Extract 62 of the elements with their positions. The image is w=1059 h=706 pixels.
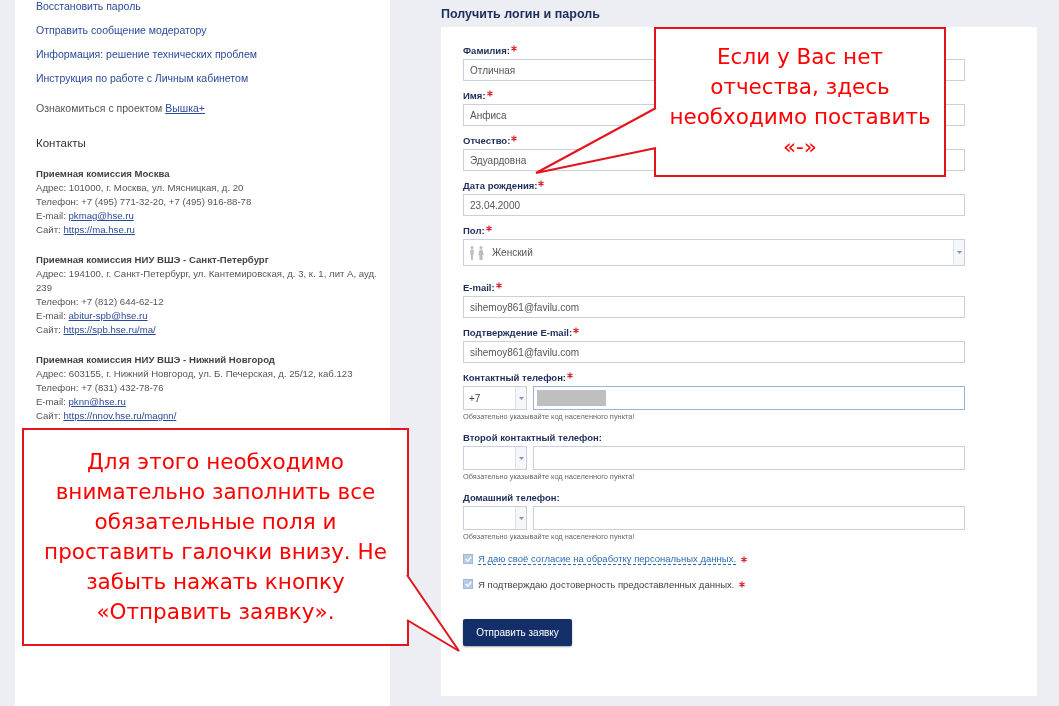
sidebar-link[interactable]: Восстановить пароль (36, 0, 141, 13)
callout-tooltip: Для этого необходимо внимательно заполнить все обязательные поля и проставить галочки внизу. Не забыть нажать кнопку «Отправить заявку». (22, 428, 409, 646)
select-value: Женский (492, 247, 534, 258)
input-field[interactable]: sihemoy861@favilu.com (463, 341, 965, 363)
contact-title: Приемная комиссия Москва (36, 167, 171, 181)
contact-link[interactable]: https://nnov.hse.ru/magnn/ (63, 410, 177, 421)
project-text: Ознакомиться с проектом (36, 102, 163, 114)
country-code-select[interactable] (463, 446, 527, 470)
caret-icon (518, 456, 524, 460)
contact-text: Телефон: +7 (831) 432-78-76 (36, 381, 165, 395)
country-code-select[interactable]: +7 (463, 386, 527, 410)
form-title: Получить логин и пароль (441, 7, 601, 21)
sidebar-link[interactable]: Инструкция по работе с Личным кабинетом (36, 72, 249, 85)
contact-link[interactable]: https://ma.hse.ru (63, 224, 135, 235)
contact-label: Сайт: (36, 224, 61, 235)
phone-input[interactable] (533, 386, 965, 410)
caret-icon (518, 396, 524, 400)
contact-label: E-mail: (36, 210, 66, 221)
contact-title: Приемная комиссия НИУ ВШЭ - Санкт-Петербург (36, 253, 270, 267)
contact-text: Адрес: 101000, г. Москва, ул. Мясницкая, д. 20 (36, 181, 245, 195)
people-icon (468, 245, 486, 260)
select-field[interactable]: Женский (463, 239, 965, 266)
contact-link[interactable]: https://spb.hse.ru/ma/ (63, 324, 156, 335)
field-label: Дата рождения: (463, 180, 538, 192)
contact-text: Телефон: +7 (812) 644-62-12 (36, 295, 165, 309)
agreement-text: Я подтверждаю достоверность предоставленных данных. (478, 578, 735, 590)
field-label: Контактный телефон: (463, 372, 567, 384)
field-label: Имя: (463, 90, 486, 102)
contact-text: Адрес: 603155, г. Нижний Новгород, ул. Б. Печерская, д. 25/12, каб.123 (36, 367, 354, 381)
consent-link[interactable]: Я даю своё согласие на обработку персональных данных. (478, 553, 737, 565)
contact-link[interactable]: pkmag@hse.ru (68, 210, 134, 221)
contact-title: Приемная комиссия НИУ ВШЭ - Нижний Новгород (36, 353, 276, 367)
checkbox[interactable] (463, 554, 473, 564)
country-code-select[interactable] (463, 506, 527, 530)
field-label: Домашний телефон: (463, 492, 560, 504)
contact-text: Телефон: +7 (495) 771-32-20, +7 (495) 916-88-78 (36, 195, 253, 209)
contact-text: Адрес: 194100, г. Санкт-Петербург, ул. Кантемировская, д. 3, к. 1, лит А, ауд. 239 (36, 267, 378, 295)
contacts-heading: Контакты (36, 137, 87, 149)
input-field[interactable]: sihemoy861@favilu.com (463, 296, 965, 318)
field-label: Пол: (463, 225, 485, 237)
callout-tooltip: Если у Вас нет отчества, здесь необходимо поставить «-» (654, 27, 946, 177)
phone-input[interactable] (533, 446, 965, 470)
field-label: Второй контактный телефон: (463, 432, 603, 444)
field-label: Отчество: (463, 135, 511, 147)
field-label: E-mail: (463, 282, 495, 294)
caret-icon (518, 516, 524, 520)
contact-label: E-mail: (36, 310, 66, 321)
sidebar-link[interactable]: Отправить сообщение модератору (36, 24, 207, 37)
contact-label: Сайт: (36, 324, 61, 335)
input-field[interactable]: 23.04.2000 (463, 194, 965, 216)
sidebar-link[interactable]: Информация: решение технических проблем (36, 48, 257, 61)
checkbox[interactable] (463, 579, 473, 589)
phone-input[interactable] (533, 506, 965, 530)
field-label: Фамилия: (463, 45, 510, 57)
field-label: Подтверждение E-mail: (463, 327, 573, 339)
contact-link[interactable]: pknn@hse.ru (68, 396, 126, 407)
submit-button[interactable]: Отправить заявку (463, 619, 572, 646)
contact-label: Сайт: (36, 410, 61, 421)
contact-link[interactable]: abitur-spb@hse.ru (68, 310, 148, 321)
caret-icon (956, 251, 962, 254)
project-link[interactable]: Вышка+ (165, 102, 205, 114)
contact-label: E-mail: (36, 396, 66, 407)
